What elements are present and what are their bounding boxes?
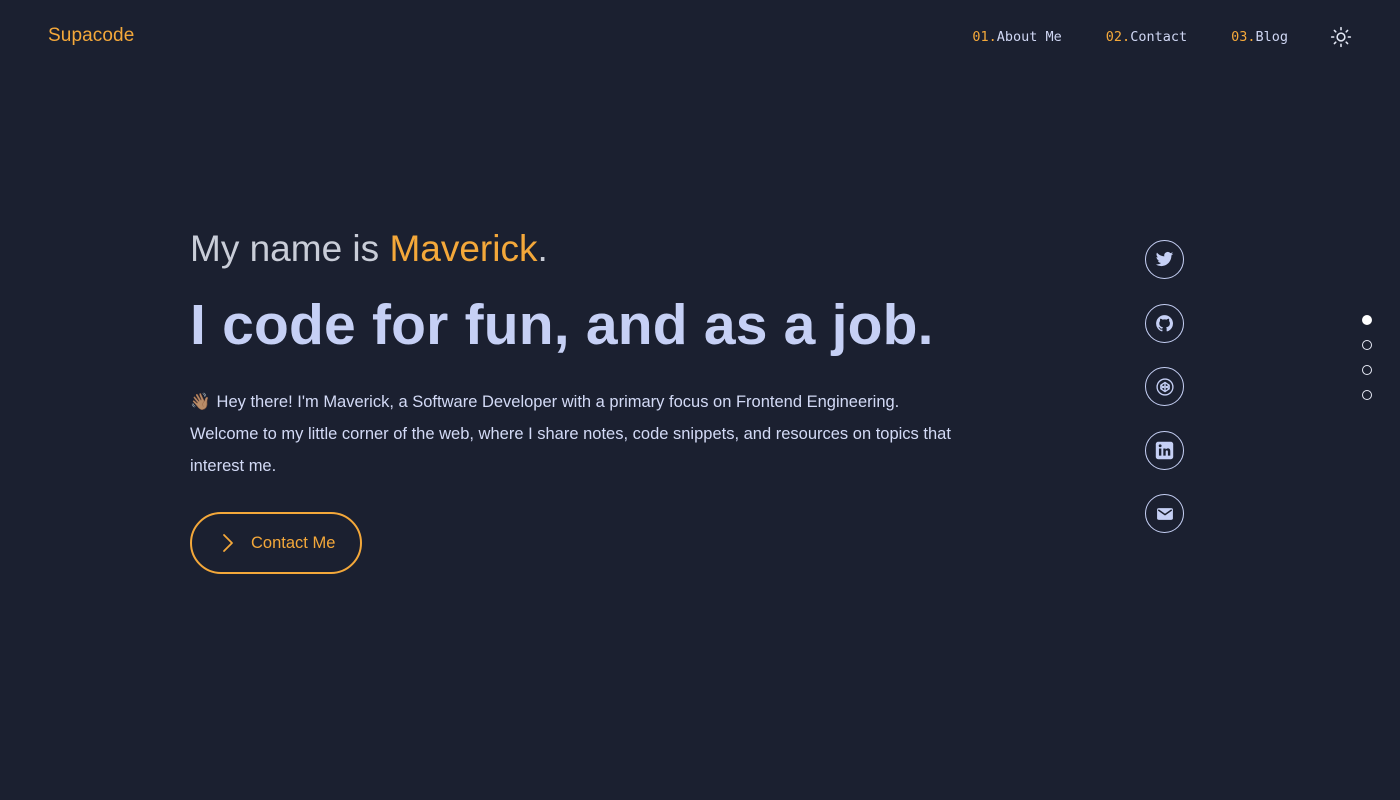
- github-icon: [1156, 314, 1173, 331]
- section-dot-4[interactable]: [1362, 390, 1372, 400]
- social-links: [1145, 240, 1184, 558]
- twitter-link[interactable]: [1145, 240, 1184, 279]
- codepen-link[interactable]: [1145, 367, 1184, 406]
- section-dot-3[interactable]: [1362, 365, 1372, 375]
- hero-section: My name is Maverick. I code for fun, and…: [190, 226, 990, 574]
- section-dot-1[interactable]: [1362, 315, 1372, 325]
- theme-toggle-button[interactable]: [1330, 26, 1352, 48]
- mail-link[interactable]: [1145, 494, 1184, 533]
- nav-item-about-me[interactable]: 01.About Me: [972, 28, 1061, 46]
- nav-item-blog[interactable]: 03.Blog: [1231, 28, 1288, 46]
- contact-me-label: Contact Me: [251, 533, 336, 552]
- intro-prefix: My name is: [190, 228, 390, 269]
- bio-text: Hey there! I'm Maverick, a Software Deve…: [190, 393, 951, 475]
- nav-item-number: 03.: [1231, 29, 1256, 45]
- main-nav: 01.About Me 02.Contact 03.Blog: [972, 26, 1352, 48]
- linkedin-icon: [1155, 441, 1174, 459]
- section-dot-2[interactable]: [1362, 340, 1372, 350]
- nav-item-number: 02.: [1105, 29, 1131, 45]
- codepen-icon: [1155, 377, 1174, 396]
- nav-item-label: About Me: [996, 29, 1062, 45]
- hero-bio: 👋🏽 Hey there! I'm Maverick, a Software De…: [190, 386, 960, 482]
- intro-name: Maverick: [389, 228, 538, 269]
- contact-me-button[interactable]: Contact Me: [190, 512, 362, 574]
- mail-icon: [1156, 507, 1173, 520]
- nav-item-label: Blog: [1255, 29, 1288, 45]
- site-logo[interactable]: Supacode: [48, 25, 134, 47]
- linkedin-link[interactable]: [1145, 430, 1184, 470]
- chevron-right-icon: [222, 533, 234, 553]
- intro-suffix: .: [537, 228, 548, 269]
- nav-item-contact[interactable]: 02.Contact: [1106, 28, 1187, 46]
- github-link[interactable]: [1145, 303, 1184, 343]
- nav-item-label: Contact: [1130, 29, 1188, 45]
- intro-heading: My name is Maverick.: [190, 226, 990, 272]
- hero-tagline: I code for fun, and as a job.: [190, 293, 934, 357]
- section-indicator: [1362, 315, 1372, 415]
- nav-item-number: 01.: [972, 29, 997, 45]
- waving-hand-icon: 👋🏽: [190, 393, 211, 411]
- twitter-icon: [1155, 251, 1174, 267]
- sun-icon: [1330, 26, 1352, 48]
